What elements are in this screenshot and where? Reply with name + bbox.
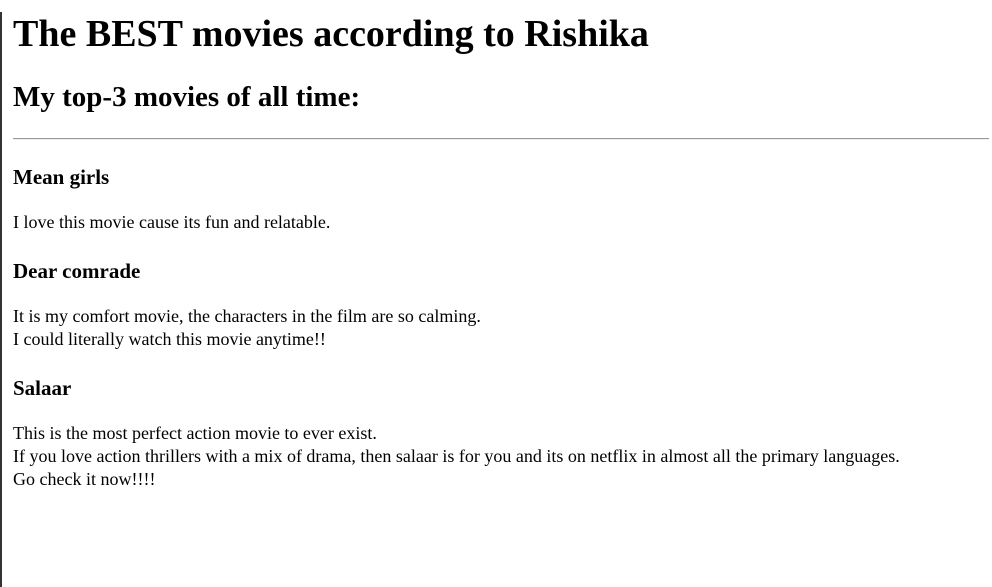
movie-description: This is the most perfect action movie to…	[13, 422, 989, 491]
page-title: The BEST movies according to Rishika	[13, 13, 649, 55]
movie-entry-mean-girls: Mean girls I love this movie cause its f…	[13, 164, 989, 234]
movie-description: I love this movie cause its fun and rela…	[13, 211, 989, 234]
movie-title: Salaar	[13, 376, 72, 400]
page: The BEST movies according to Rishika My …	[0, 12, 992, 587]
movie-entry-dear-comrade: Dear comrade It is my comfort movie, the…	[13, 258, 989, 351]
description-line: Go check it now!!!!	[13, 469, 156, 489]
description-line: This is the most perfect action movie to…	[13, 423, 377, 443]
movie-description: It is my comfort movie, the characters i…	[13, 305, 989, 351]
movie-entry-salaar: Salaar This is the most perfect action m…	[13, 375, 989, 491]
movie-title: Dear comrade	[13, 259, 141, 283]
description-line: I could literally watch this movie anyti…	[13, 329, 326, 349]
divider	[13, 138, 989, 140]
movie-title: Mean girls	[13, 165, 110, 189]
content: The BEST movies according to Rishika My …	[2, 12, 992, 491]
description-line: I love this movie cause its fun and rela…	[13, 212, 331, 232]
description-line: It is my comfort movie, the characters i…	[13, 306, 481, 326]
page-subtitle: My top-3 movies of all time:	[13, 81, 361, 113]
description-line: If you love action thrillers with a mix …	[13, 446, 900, 466]
